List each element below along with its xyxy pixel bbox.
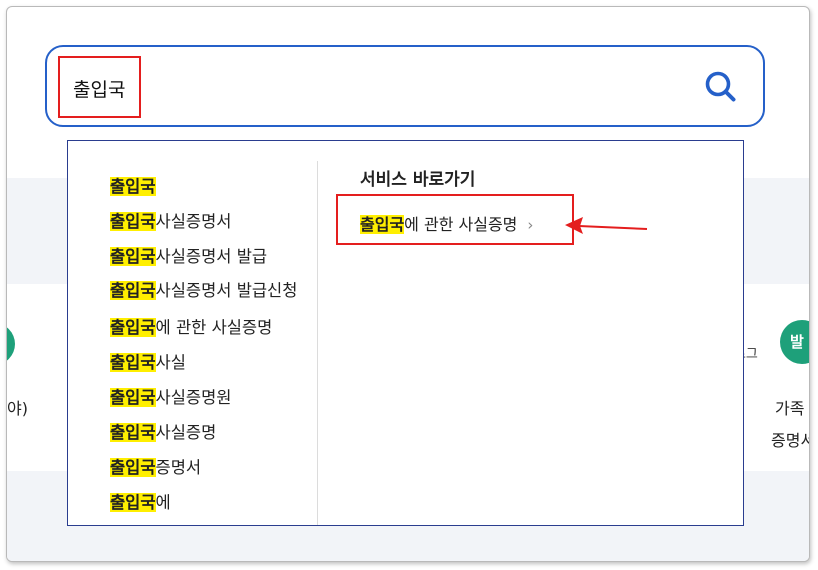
suggestion-text: 사실증명서 발급	[155, 247, 268, 266]
annotation-highlight-box	[58, 56, 141, 118]
suggestion-text: 증명서	[155, 458, 202, 477]
suggestion-item[interactable]: 출입국사실증명서	[110, 204, 310, 239]
annotation-highlight-box	[336, 194, 574, 245]
suggestion-item[interactable]: 출입국에 관한 사실증명	[110, 310, 310, 345]
service-label-right: 증명서	[771, 431, 809, 450]
annotation-arrow-icon	[565, 217, 648, 234]
service-circle-icon[interactable]: 발	[780, 320, 809, 364]
suggestion-text: 사실증명	[155, 423, 217, 442]
suggestion-item[interactable]: 출입국사실	[110, 345, 310, 380]
suggestion-item[interactable]: 출입국증명서	[110, 450, 310, 485]
highlight-text: 출입국	[110, 353, 156, 372]
highlight-text: 출입국	[110, 177, 156, 196]
service-label-right: 가족	[775, 399, 805, 418]
suggestion-text: 사실증명서	[155, 212, 232, 231]
divider	[317, 161, 318, 525]
service-label-left: 야)	[7, 399, 28, 418]
highlight-text: 출입국	[110, 423, 156, 442]
search-icon[interactable]	[703, 69, 739, 105]
autocomplete-dropdown: 출입국 출입국사실증명서 출입국사실증명서 발급 출입국사실증명서 발급신청 출입국에 …	[67, 140, 744, 526]
suggestion-text: 사실증명서 발급신청	[155, 281, 298, 300]
highlight-text: 출입국	[110, 281, 156, 300]
suggestion-item[interactable]: 출입국	[110, 169, 310, 204]
highlight-text: 출입국	[110, 318, 156, 337]
highlight-text: 출입국	[110, 212, 156, 231]
highlight-text: 출입국	[110, 388, 156, 407]
highlight-text: 출입국	[110, 247, 156, 266]
service-circle-icon[interactable]	[7, 323, 15, 365]
suggestion-text: 사실	[155, 353, 186, 372]
browser-frame: 야) 발 가족 증명서 ⓒ 유익한블로그 출입국 출입국출입국사실증명서출입국사…	[6, 6, 810, 562]
suggestion-item[interactable]: 출입국사실증명	[110, 415, 310, 450]
suggestion-text: 사실증명원	[155, 388, 232, 407]
search-input[interactable]: 출입국	[45, 45, 765, 127]
suggestion-item[interactable]: 출입국사실증명원	[110, 380, 310, 415]
highlight-text: 출입국	[110, 493, 156, 512]
suggestion-item[interactable]: 출입국에	[110, 485, 310, 520]
suggestion-list: 출입국 출입국사실증명서 출입국사실증명서 발급 출입국사실증명서 발급신청 출입국에 …	[110, 169, 310, 520]
suggestion-item[interactable]: 출입국사실증명서 발급신청	[110, 274, 310, 310]
service-shortcut-title: 서비스 바로가기	[360, 170, 476, 190]
highlight-text: 출입국	[110, 458, 156, 477]
suggestion-text: 에	[155, 493, 171, 512]
suggestion-item[interactable]: 출입국사실증명서 발급	[110, 239, 310, 274]
suggestion-text: 에 관한 사실증명	[155, 318, 273, 337]
